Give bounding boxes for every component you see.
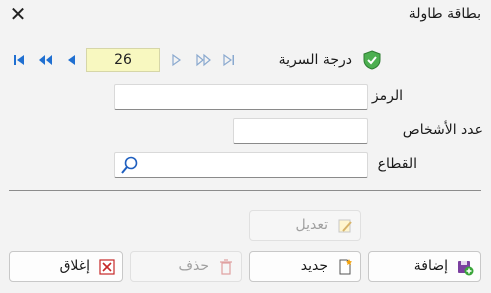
trash-icon [217, 258, 235, 276]
new-document-icon [336, 258, 354, 276]
close-icon[interactable]: ✕ [6, 3, 30, 27]
persons-label: عدد الأشخاص [402, 122, 483, 138]
code-label: الرمز [371, 88, 403, 104]
page-number[interactable]: 26 [86, 48, 160, 72]
sector-label: القطاع [377, 156, 417, 172]
first-icon[interactable] [10, 51, 28, 69]
code-field[interactable] [114, 84, 368, 110]
previous-icon[interactable] [62, 51, 80, 69]
shield-check-icon [362, 50, 382, 70]
secrecy-label: درجة السرية [278, 52, 352, 68]
last-icon[interactable] [220, 51, 238, 69]
edit-button-label: تعديل [295, 217, 329, 233]
search-icon[interactable] [119, 155, 139, 179]
persons-field[interactable] [233, 118, 368, 144]
close-button-label: إغلاق [59, 258, 90, 274]
new-button-label: جديد [300, 258, 328, 274]
edit-button[interactable]: تعديل [249, 210, 361, 241]
close-box-icon [98, 258, 116, 276]
separator [9, 190, 481, 191]
next-icon[interactable] [168, 51, 186, 69]
edit-icon [336, 217, 354, 235]
delete-button-label: حذف [178, 258, 209, 274]
new-button[interactable]: جديد [249, 251, 361, 282]
add-button-label: إضافة [413, 258, 448, 274]
sector-field[interactable] [114, 152, 368, 178]
delete-button[interactable]: حذف [130, 251, 242, 282]
fast-forward-icon[interactable] [194, 51, 212, 69]
add-button[interactable]: إضافة [368, 251, 481, 282]
save-add-icon [456, 258, 474, 276]
rewind-icon[interactable] [36, 51, 54, 69]
close-button[interactable]: إغلاق [9, 251, 123, 282]
window-title: بطاقة طاولة [408, 6, 481, 22]
